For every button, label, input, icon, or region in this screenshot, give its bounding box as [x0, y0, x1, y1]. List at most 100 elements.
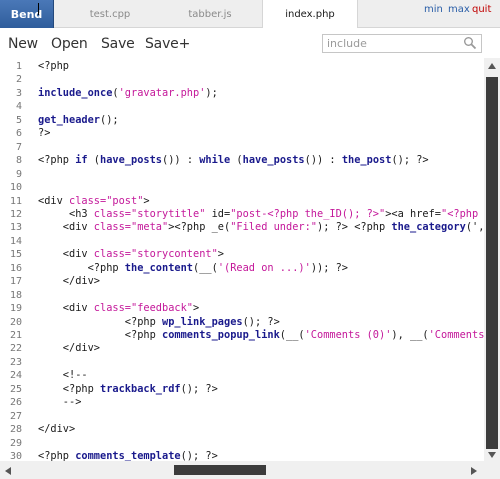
code-token: the_category [391, 221, 466, 234]
code-token: class= [93, 207, 131, 220]
code-token: the_post [341, 154, 392, 167]
code-token: (); ?> [180, 382, 218, 395]
tab-tabber-js[interactable]: tabber.js [162, 0, 258, 28]
code-line[interactable]: <?php if (have_posts()) : while (have_po… [38, 154, 429, 167]
code-token: get_header [38, 113, 100, 126]
scroll-right-icon[interactable] [470, 466, 478, 476]
line-number: 6 [15, 128, 22, 140]
horizontal-scroll-thumb[interactable] [174, 465, 266, 475]
code-token: )); ?> [310, 261, 349, 274]
code-token: "feedback" [131, 302, 193, 315]
code-line[interactable]: <div class="storycontent"> [38, 248, 224, 261]
code-token: <?php [38, 315, 162, 328]
code-token: ><?php _e( [168, 221, 231, 234]
line-number: 20 [9, 316, 22, 328]
code-line[interactable]: <?php the_content(__('(Read on ...)')); … [38, 262, 348, 275]
line-number: 12 [9, 208, 22, 220]
code-line[interactable]: </div> [38, 275, 100, 288]
code-line[interactable]: include_once('gravatar.php'); [38, 87, 218, 100]
code-token: while [199, 154, 231, 167]
search-icon[interactable] [463, 36, 477, 50]
code-line[interactable]: <h3 class="storytitle" id="post-<?php th… [38, 208, 484, 221]
code-token: <div [38, 248, 94, 261]
quit-button[interactable]: quit [472, 4, 491, 15]
code-token: class= [93, 221, 131, 234]
save-plus-button[interactable]: Save+ [145, 36, 190, 52]
code-token: <div [38, 194, 69, 207]
code-line[interactable]: --> [38, 396, 82, 409]
line-number: 21 [9, 330, 22, 341]
code-token: <!-- [38, 369, 88, 382]
line-number: 4 [15, 101, 22, 113]
code-line[interactable]: </div> [38, 342, 100, 355]
code-token: (__( [279, 329, 305, 341]
code-token: "post" [106, 194, 144, 207]
line-number: 26 [9, 397, 22, 409]
maximize-button[interactable]: max [448, 4, 470, 15]
app-logo[interactable]: Bend [0, 0, 54, 28]
code-line[interactable]: <?php [38, 60, 69, 73]
line-number: 24 [9, 370, 22, 382]
line-number: 29 [9, 437, 22, 449]
code-editor[interactable]: 1 2 3 4 5 6 7 8 9 10 11 12 13 14 15 16 17 18 19 20 21 22 23 24 2… [0, 58, 484, 461]
line-number: 25 [9, 383, 22, 395]
code-token: <div [38, 302, 94, 315]
code-line[interactable]: </div> [38, 423, 75, 436]
code-token: ><a href= [385, 207, 441, 220]
scroll-down-icon[interactable] [487, 451, 497, 459]
code-token: ); [205, 86, 218, 99]
minimize-button[interactable]: min [424, 4, 443, 15]
tab-test-cpp[interactable]: test.cpp [62, 0, 158, 28]
code-token: comments_template [75, 450, 181, 461]
code-token: > [217, 248, 224, 261]
code-token: <?php [38, 60, 69, 72]
code-token: ( [230, 154, 243, 167]
code-token: ?> [38, 127, 51, 140]
code-token: ), __( [391, 329, 429, 341]
code-token: class= [69, 194, 107, 207]
line-number: 16 [9, 262, 22, 274]
code-token: </div> [38, 423, 76, 436]
line-number: 5 [15, 114, 22, 126]
code-line[interactable]: <div class="post"> [38, 195, 150, 208]
code-line[interactable]: <?php wp_link_pages(); ?> [38, 316, 280, 329]
code-token: "meta" [131, 221, 169, 234]
line-number: 13 [9, 222, 22, 234]
search-input[interactable] [323, 35, 458, 52]
code-token: </div> [38, 342, 100, 355]
save-button[interactable]: Save [101, 36, 135, 52]
open-button[interactable]: Open [51, 36, 88, 52]
code-line[interactable]: get_header(); [38, 114, 119, 127]
line-number: 11 [9, 195, 22, 207]
text-cursor [38, 3, 39, 15]
new-button[interactable]: New [8, 36, 38, 52]
code-token: ()) : [304, 154, 342, 167]
code-line[interactable]: ?> [38, 127, 50, 140]
vertical-scroll-thumb[interactable] [486, 77, 498, 449]
code-line[interactable]: <?php comments_template(); ?> [38, 450, 218, 461]
code-token: "<?php the_permalink() ?>" [441, 207, 479, 220]
code-token: comments_popup_link [162, 329, 280, 341]
scroll-left-icon[interactable] [4, 466, 12, 476]
code-token: ); ?> <?php [317, 221, 392, 234]
code-line[interactable]: <div class="meta"><?php _e("Filed under:… [38, 221, 484, 234]
code-token: 'Comments (1)' [428, 329, 484, 341]
line-number: 22 [9, 343, 22, 355]
code-line[interactable]: <div class="feedback"> [38, 302, 199, 315]
code-line[interactable]: <?php comments_popup_link(__('Comments (… [38, 329, 484, 342]
code-line[interactable]: <?php trackback_rdf(); ?> [38, 383, 218, 396]
line-number-gutter: 1 2 3 4 5 6 7 8 9 10 11 12 13 14 15 16 17 18 19 20 21 22 23 24 2… [0, 58, 30, 461]
code-token: --> [38, 396, 82, 409]
code-token: (); ?> [180, 450, 218, 461]
code-token: <?php [38, 154, 76, 167]
tab-index-php[interactable]: index.php [262, 0, 358, 29]
code-token: if [75, 154, 88, 167]
code-token: (); ?> [242, 315, 280, 328]
code-token: "Filed under:" [230, 221, 317, 234]
code-line[interactable]: <!-- [38, 369, 88, 382]
code-token: have_posts [100, 154, 163, 167]
code-area[interactable]: <?php include_once('gravatar.php'); get_he… [38, 58, 484, 461]
line-number: 19 [9, 303, 22, 315]
scroll-up-icon[interactable] [487, 62, 497, 70]
code-token: include_once [38, 86, 113, 99]
